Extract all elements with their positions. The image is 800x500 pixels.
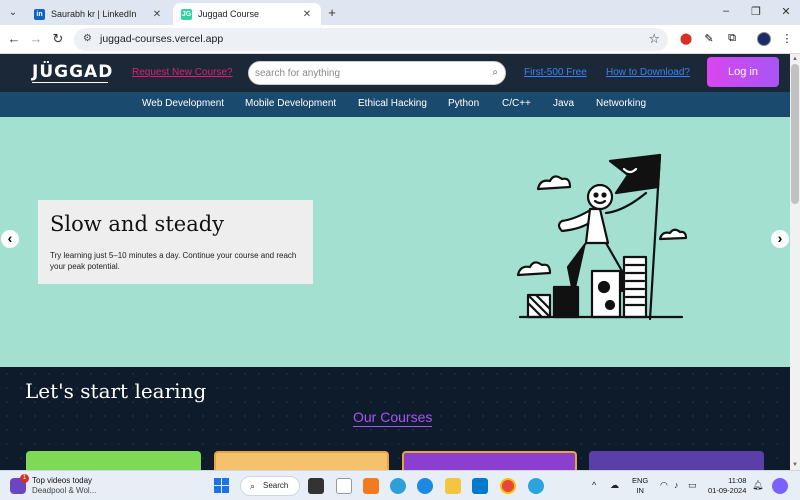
back-icon[interactable]: ←	[6, 31, 22, 46]
system-clock[interactable]: 11:08 01-09-2024	[708, 476, 746, 496]
browser-toolbar: ← → ↻ ⚙ juggad-courses.vercel.app ☆ ⬤ ✎ …	[0, 25, 800, 54]
wifi-icon[interactable]: ◠	[660, 480, 668, 491]
notification-bell-icon[interactable]: 🔔︎	[752, 480, 763, 491]
our-courses-heading: Our Courses	[353, 409, 433, 427]
file-explorer-icon[interactable]	[445, 478, 461, 494]
star-icon[interactable]: ☆	[648, 31, 660, 47]
language-indicator[interactable]: ENG IN	[632, 476, 648, 496]
scroll-thumb[interactable]	[791, 64, 799, 204]
onedrive-icon[interactable]: ☁	[610, 480, 619, 491]
hero-title: Slow and steady	[50, 212, 225, 236]
minimize-icon[interactable]: –	[718, 5, 734, 17]
clock-date: 01-09-2024	[708, 486, 747, 495]
search-icon: ⌕	[250, 481, 256, 491]
close-icon[interactable]: ✕	[301, 9, 313, 20]
carousel-prev-icon[interactable]: ‹	[1, 230, 19, 248]
language-code: ENG	[632, 476, 649, 485]
page-scrollbar[interactable]: ▲ ▼	[790, 54, 800, 470]
copilot-icon[interactable]	[772, 478, 788, 494]
edge-app-icon[interactable]	[390, 478, 406, 494]
climbing-flag-illustration-icon	[516, 153, 688, 321]
category-networking[interactable]: Networking	[596, 98, 646, 109]
request-course-link[interactable]: Request New Course?	[132, 67, 233, 78]
course-card[interactable]	[589, 451, 764, 470]
course-card[interactable]	[214, 451, 389, 470]
chrome-app-icon[interactable]	[500, 478, 516, 494]
windows-start-icon[interactable]	[214, 478, 230, 494]
logo-underline	[32, 82, 108, 86]
windows-taskbar: 1 Top videos today Deadpool & Wol... ⌕ S…	[0, 470, 800, 500]
category-python[interactable]: Python	[448, 98, 479, 109]
hero-subtitle: Try learning just 5–10 minutes a day. Co…	[50, 251, 297, 271]
news-widget[interactable]: 1 Top videos today Deadpool & Wol...	[10, 474, 120, 497]
site-header: JÜGGAD Request New Course? ⌕ First-500 F…	[0, 54, 790, 92]
section-heading: Let's start learing	[25, 379, 207, 403]
forward-icon[interactable]: →	[28, 31, 44, 46]
site-logo[interactable]: JÜGGAD	[32, 62, 114, 83]
juggad-favicon-icon: JG	[181, 8, 192, 20]
category-web-development[interactable]: Web Development	[142, 98, 224, 109]
carousel-next-icon[interactable]: ›	[771, 230, 789, 248]
category-java[interactable]: Java	[553, 98, 574, 109]
logo-text: JÜGGAD	[32, 62, 114, 82]
threads-app-icon[interactable]	[336, 478, 352, 494]
tab-juggad-course[interactable]: JG Juggad Course ✕	[173, 3, 321, 25]
close-window-icon[interactable]: ✕	[778, 5, 794, 18]
category-c-cpp[interactable]: C/C++	[502, 98, 531, 109]
region-code: IN	[636, 486, 644, 495]
browser-tab-strip: ⌄ in Saurabh kr | LinkedIn ✕ JG Juggad C…	[0, 0, 800, 25]
hero-card: Slow and steady Try learning just 5–10 m…	[38, 200, 313, 284]
tab-title: Saurabh kr | LinkedIn	[51, 9, 137, 19]
puzzle-extension-icon[interactable]: ⧉	[725, 32, 739, 45]
task-view-icon[interactable]	[308, 478, 324, 494]
news-title: Top videos today	[32, 476, 93, 485]
category-nav: Web Development Mobile Development Ethic…	[0, 92, 790, 117]
menu-icon[interactable]: ⋮	[780, 32, 794, 45]
close-icon[interactable]: ✕	[151, 9, 163, 20]
volume-icon[interactable]: ♪	[674, 480, 679, 490]
address-bar[interactable]: ⚙ juggad-courses.vercel.app ☆	[74, 28, 668, 51]
category-mobile-development[interactable]: Mobile Development	[245, 98, 336, 109]
first-free-link[interactable]: First-500 Free	[524, 67, 587, 78]
site-info-icon[interactable]: ⚙	[83, 33, 92, 44]
category-ethical-hacking[interactable]: Ethical Hacking	[358, 98, 427, 109]
news-subtitle: Deadpool & Wol...	[32, 486, 97, 495]
reload-icon[interactable]: ↻	[50, 31, 66, 47]
scroll-up-icon[interactable]: ▲	[790, 54, 800, 64]
battery-icon[interactable]: ▭	[688, 480, 697, 491]
extension-icon[interactable]: ⬤	[679, 32, 693, 45]
edge-beta-app-icon[interactable]	[417, 478, 433, 494]
new-tab-icon[interactable]: +	[325, 5, 339, 20]
restore-icon[interactable]: ❐	[748, 5, 764, 18]
tab-title: Juggad Course	[198, 9, 260, 19]
course-card[interactable]	[26, 451, 201, 470]
login-button[interactable]: Log in	[707, 57, 779, 87]
taskbar-search-button[interactable]: ⌕ Search	[240, 476, 300, 496]
pen-extension-icon[interactable]: ✎	[702, 32, 716, 45]
url-text: juggad-courses.vercel.app	[100, 33, 224, 45]
search-icon[interactable]: ⌕	[492, 67, 498, 78]
tab-search-icon[interactable]: ⌄	[6, 6, 20, 20]
how-to-download-link[interactable]: How to Download?	[606, 67, 690, 78]
vscode-app-icon[interactable]	[472, 478, 488, 494]
course-card[interactable]	[402, 451, 577, 470]
tab-linkedin[interactable]: in Saurabh kr | LinkedIn ✕	[26, 3, 171, 25]
search-input[interactable]	[255, 66, 485, 81]
tray-chevron-icon[interactable]: ^	[592, 480, 596, 490]
profile-avatar[interactable]	[757, 32, 771, 46]
hero-carousel: ‹ Slow and steady Try learning just 5–10…	[0, 117, 790, 367]
taskbar-search-label: Search	[263, 481, 289, 490]
telegram-app-icon[interactable]	[528, 478, 544, 494]
scroll-down-icon[interactable]: ▼	[790, 460, 800, 470]
linkedin-favicon-icon: in	[34, 8, 45, 20]
notification-badge: 1	[20, 474, 29, 483]
search-bar[interactable]: ⌕	[248, 61, 506, 85]
clock-time: 11:08	[728, 476, 747, 485]
courses-section: Let's start learing Our Courses	[0, 367, 790, 470]
xampp-app-icon[interactable]	[363, 478, 379, 494]
